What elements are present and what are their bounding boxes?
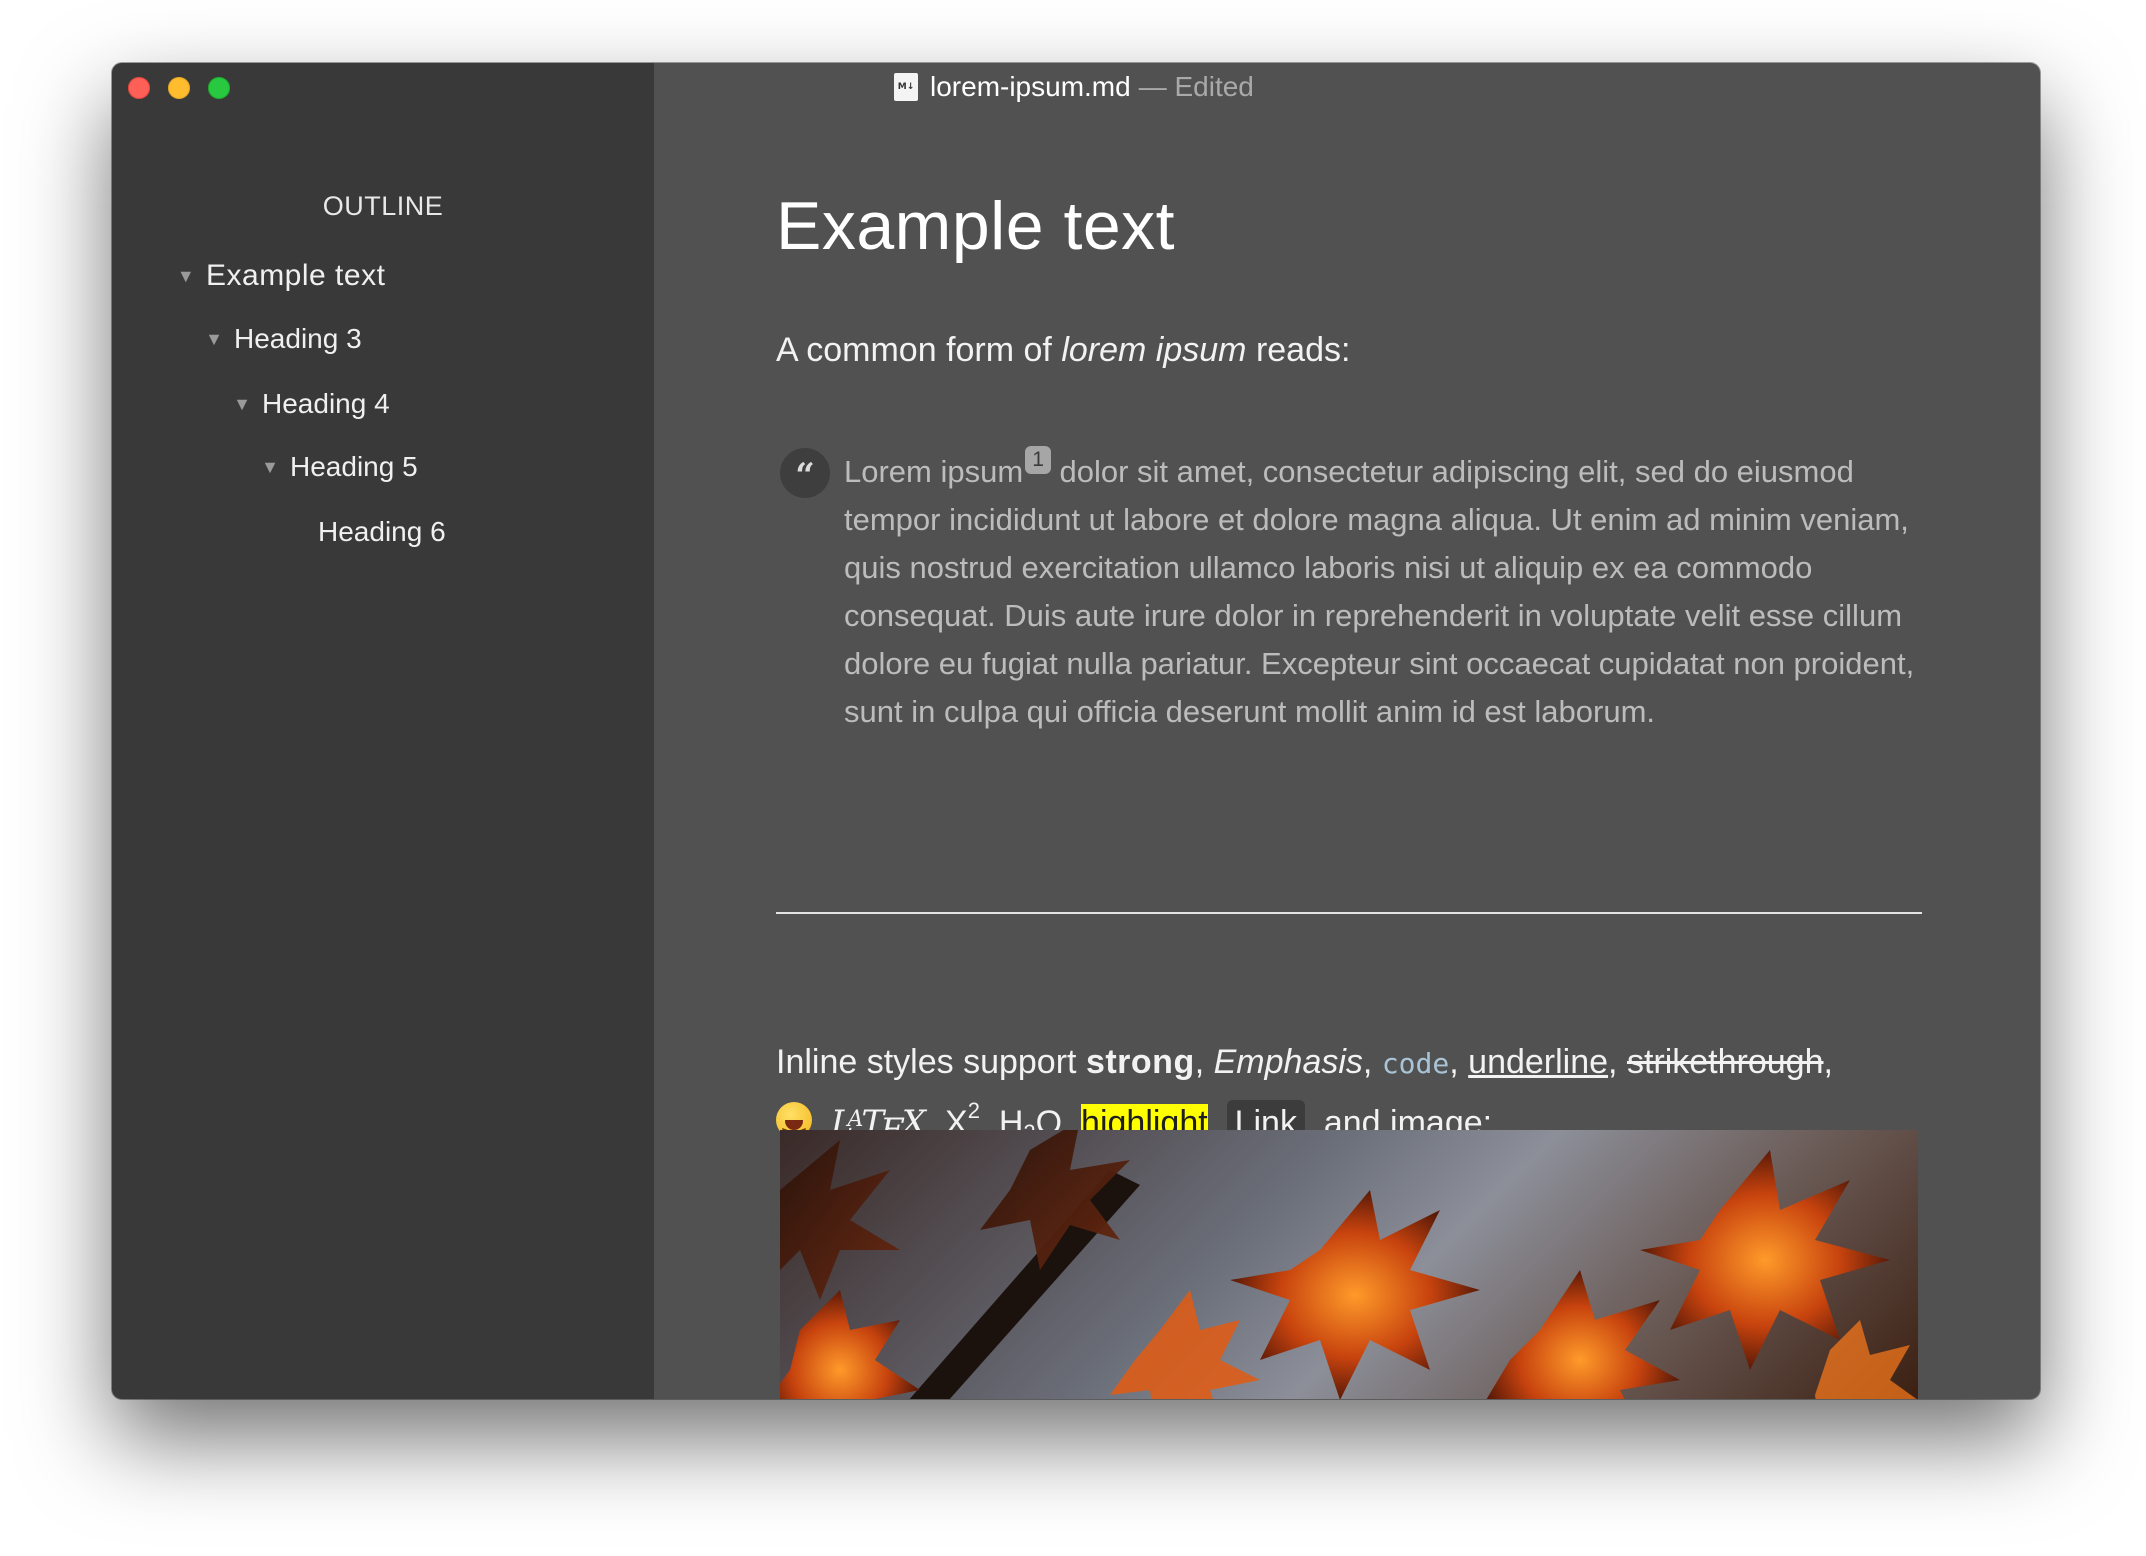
file-name: lorem-ipsum.md [930, 71, 1131, 102]
maximize-window-button[interactable] [208, 77, 230, 99]
footnote-badge[interactable]: 1 [1025, 446, 1051, 474]
lead-text: A common form of [776, 331, 1062, 369]
strong-text: strong [1085, 1043, 1195, 1081]
heading-example-text[interactable]: Example text [776, 187, 1175, 265]
quote-text-start: Lorem ipsum [844, 454, 1024, 489]
lead-paragraph[interactable]: A common form of lorem ipsum reads: [776, 331, 1350, 370]
outline-item-label: Heading 6 [318, 516, 446, 547]
horizontal-rule [776, 912, 1922, 914]
separator: , [1362, 1043, 1382, 1081]
close-window-button[interactable] [128, 77, 150, 99]
outline-item-label: Heading 3 [234, 323, 362, 354]
lead-text-end: reads: [1246, 331, 1351, 369]
separator: , [1194, 1043, 1214, 1081]
separator: , [1823, 1043, 1833, 1081]
chevron-down-icon[interactable]: ▼ [200, 329, 228, 350]
outline-item-label: Heading 5 [290, 451, 418, 482]
outline-title: OUTLINE [322, 191, 444, 221]
chevron-down-icon[interactable]: ▼ [172, 266, 200, 287]
quote-text: dolor sit amet, consectetur adipiscing e… [844, 454, 1915, 729]
separator: , [1608, 1043, 1627, 1081]
outline-item-label: Example text [206, 259, 386, 292]
outline-item-heading-4[interactable]: ▼ Heading 4 [228, 388, 390, 420]
blockquote[interactable]: Lorem ipsum 1 dolor sit amet, consectetur… [844, 446, 1924, 736]
outline-item-label: Heading 4 [262, 388, 390, 419]
outline-sidebar: OUTLINE ▼ Example text ▼ Heading 3 ▼ Hea… [112, 63, 654, 1399]
app-window: OUTLINE ▼ Example text ▼ Heading 3 ▼ Hea… [112, 63, 2040, 1399]
superscript: 2 [967, 1098, 980, 1123]
window-title: M↓ lorem-ipsum.md — Edited [894, 71, 1254, 103]
strikethrough-text: strikethrough [1626, 1043, 1824, 1081]
chevron-down-icon[interactable]: ▼ [256, 457, 284, 478]
minimize-window-button[interactable] [168, 77, 190, 99]
autumn-leaves-image[interactable] [780, 1130, 1918, 1399]
outline-item-heading-5[interactable]: ▼ Heading 5 [256, 451, 418, 483]
blockquote-icon: “ [780, 448, 830, 498]
lead-emphasis: lorem ipsum [1061, 331, 1247, 369]
chevron-down-icon[interactable]: ▼ [228, 394, 256, 415]
separator: , [1449, 1043, 1469, 1081]
title-bar: M↓ lorem-ipsum.md — Edited [654, 63, 2040, 111]
edited-status: — Edited [1138, 71, 1254, 102]
markdown-file-icon: M↓ [894, 73, 918, 101]
inline-code: code [1381, 1047, 1450, 1080]
outline-item-example-text[interactable]: ▼ Example text [172, 259, 385, 293]
autumn-leaves-illustration [780, 1130, 1917, 1399]
emphasis-text: Emphasis [1213, 1043, 1363, 1081]
inline-intro: Inline styles support [776, 1043, 1086, 1081]
outline-item-heading-6[interactable]: Heading 6 [318, 516, 446, 548]
underline-text: underline [1468, 1043, 1609, 1081]
outline-item-heading-3[interactable]: ▼ Heading 3 [200, 323, 362, 355]
